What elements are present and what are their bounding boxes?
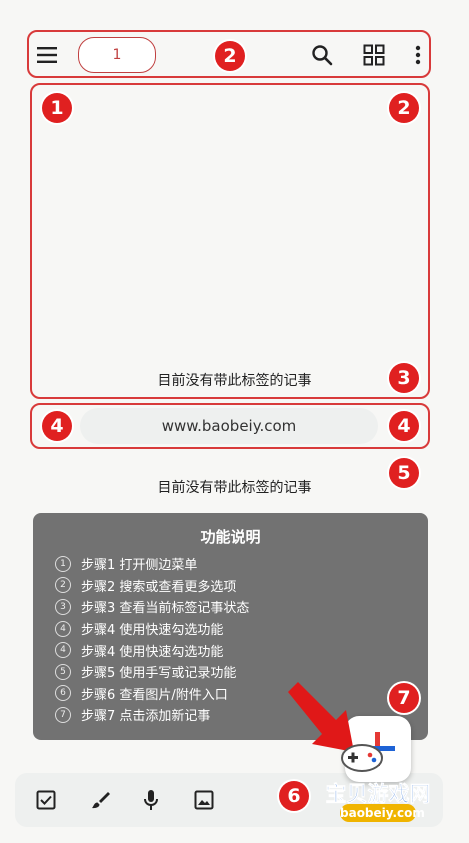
new-audio-note-button[interactable] xyxy=(138,787,164,813)
badge-4-right: 4 xyxy=(389,411,419,441)
step-text: 步骤4 使用快速勾选功能 xyxy=(81,644,224,660)
badge-6: 6 xyxy=(279,781,309,811)
watermark-url: baobeiy.com xyxy=(340,804,425,822)
site-watermark: 宝贝游戏网 baobeiy.com xyxy=(318,742,438,830)
badge-2-right: 2 xyxy=(389,93,419,123)
brush-icon xyxy=(92,792,110,809)
step-number: 7 xyxy=(55,706,71,723)
help-step: 3 步骤3 查看当前标签记事状态 xyxy=(55,596,249,618)
menu-button[interactable] xyxy=(33,42,61,68)
new-drawing-button[interactable] xyxy=(87,787,113,813)
new-checklist-button[interactable] xyxy=(33,787,59,813)
help-step: 1 步骤1 打开侧边菜单 xyxy=(55,553,249,575)
grid-view-button[interactable] xyxy=(360,41,388,69)
url-text: www.baobeiy.com xyxy=(161,417,297,435)
help-title: 功能说明 xyxy=(200,528,261,546)
help-step: 2 步骤2 搜索或查看更多选项 xyxy=(55,575,249,597)
badge-2-top: 2 xyxy=(215,41,245,71)
help-step: 6 步骤6 查看图片/附件入口 xyxy=(55,683,249,705)
step-number: 2 xyxy=(55,577,71,594)
gamepad-logo-icon xyxy=(341,744,383,772)
more-vert-icon xyxy=(415,45,421,65)
step-number: 4 xyxy=(55,642,71,659)
badge-1: 1 xyxy=(42,93,72,123)
step-number: 5 xyxy=(55,663,71,680)
grid-view-icon xyxy=(363,44,385,66)
hamburger-menu-icon xyxy=(37,47,57,63)
step-number: 3 xyxy=(55,598,71,615)
step-text: 步骤4 使用快速勾选功能 xyxy=(81,623,224,639)
step-number: 4 xyxy=(55,620,71,637)
help-step-list: 1 步骤1 打开侧边菜单 2 步骤2 搜索或查看更多选项 3 步骤3 查看当前标签记事… xyxy=(55,553,249,726)
help-step: 4 步骤4 使用快速勾选功能 xyxy=(55,618,249,640)
step-text: 步骤3 查看当前标签记事状态 xyxy=(81,601,250,617)
step-number: 1 xyxy=(55,555,71,572)
step-number: 6 xyxy=(55,685,71,702)
new-image-note-button[interactable] xyxy=(191,787,217,813)
search-button[interactable] xyxy=(308,41,336,69)
step-text: 步骤2 搜索或查看更多选项 xyxy=(81,579,237,595)
help-step: 5 步骤5 使用手写或记录功能 xyxy=(55,661,249,683)
url-banner: www.baobeiy.com xyxy=(80,408,378,444)
step-text: 步骤1 打开侧边菜单 xyxy=(81,558,198,574)
help-step: 7 步骤7 点击添加新记事 xyxy=(55,704,249,726)
checkbox-icon xyxy=(36,790,56,810)
more-options-button[interactable] xyxy=(408,41,428,69)
microphone-icon xyxy=(144,790,158,810)
step-text: 步骤5 使用手写或记录功能 xyxy=(81,666,237,682)
help-panel: 功能说明 1 步骤1 打开侧边菜单 2 步骤2 搜索或查看更多选项 3 步骤3 查看当… xyxy=(33,513,428,740)
badge-5: 5 xyxy=(389,458,419,488)
step-text: 步骤7 点击添加新记事 xyxy=(81,709,211,725)
step-text: 步骤6 查看图片/附件入口 xyxy=(81,687,228,703)
help-step: 4 步骤4 使用快速勾选功能 xyxy=(55,639,249,661)
image-icon xyxy=(194,790,214,810)
search-icon xyxy=(312,45,333,66)
badge-7: 7 xyxy=(389,683,419,713)
badge-4-left: 4 xyxy=(42,411,72,441)
label-chip[interactable]: 1 xyxy=(78,37,156,73)
notes-area-highlight xyxy=(30,83,430,399)
label-chip-text: 1 xyxy=(112,47,122,63)
badge-3: 3 xyxy=(389,363,419,393)
